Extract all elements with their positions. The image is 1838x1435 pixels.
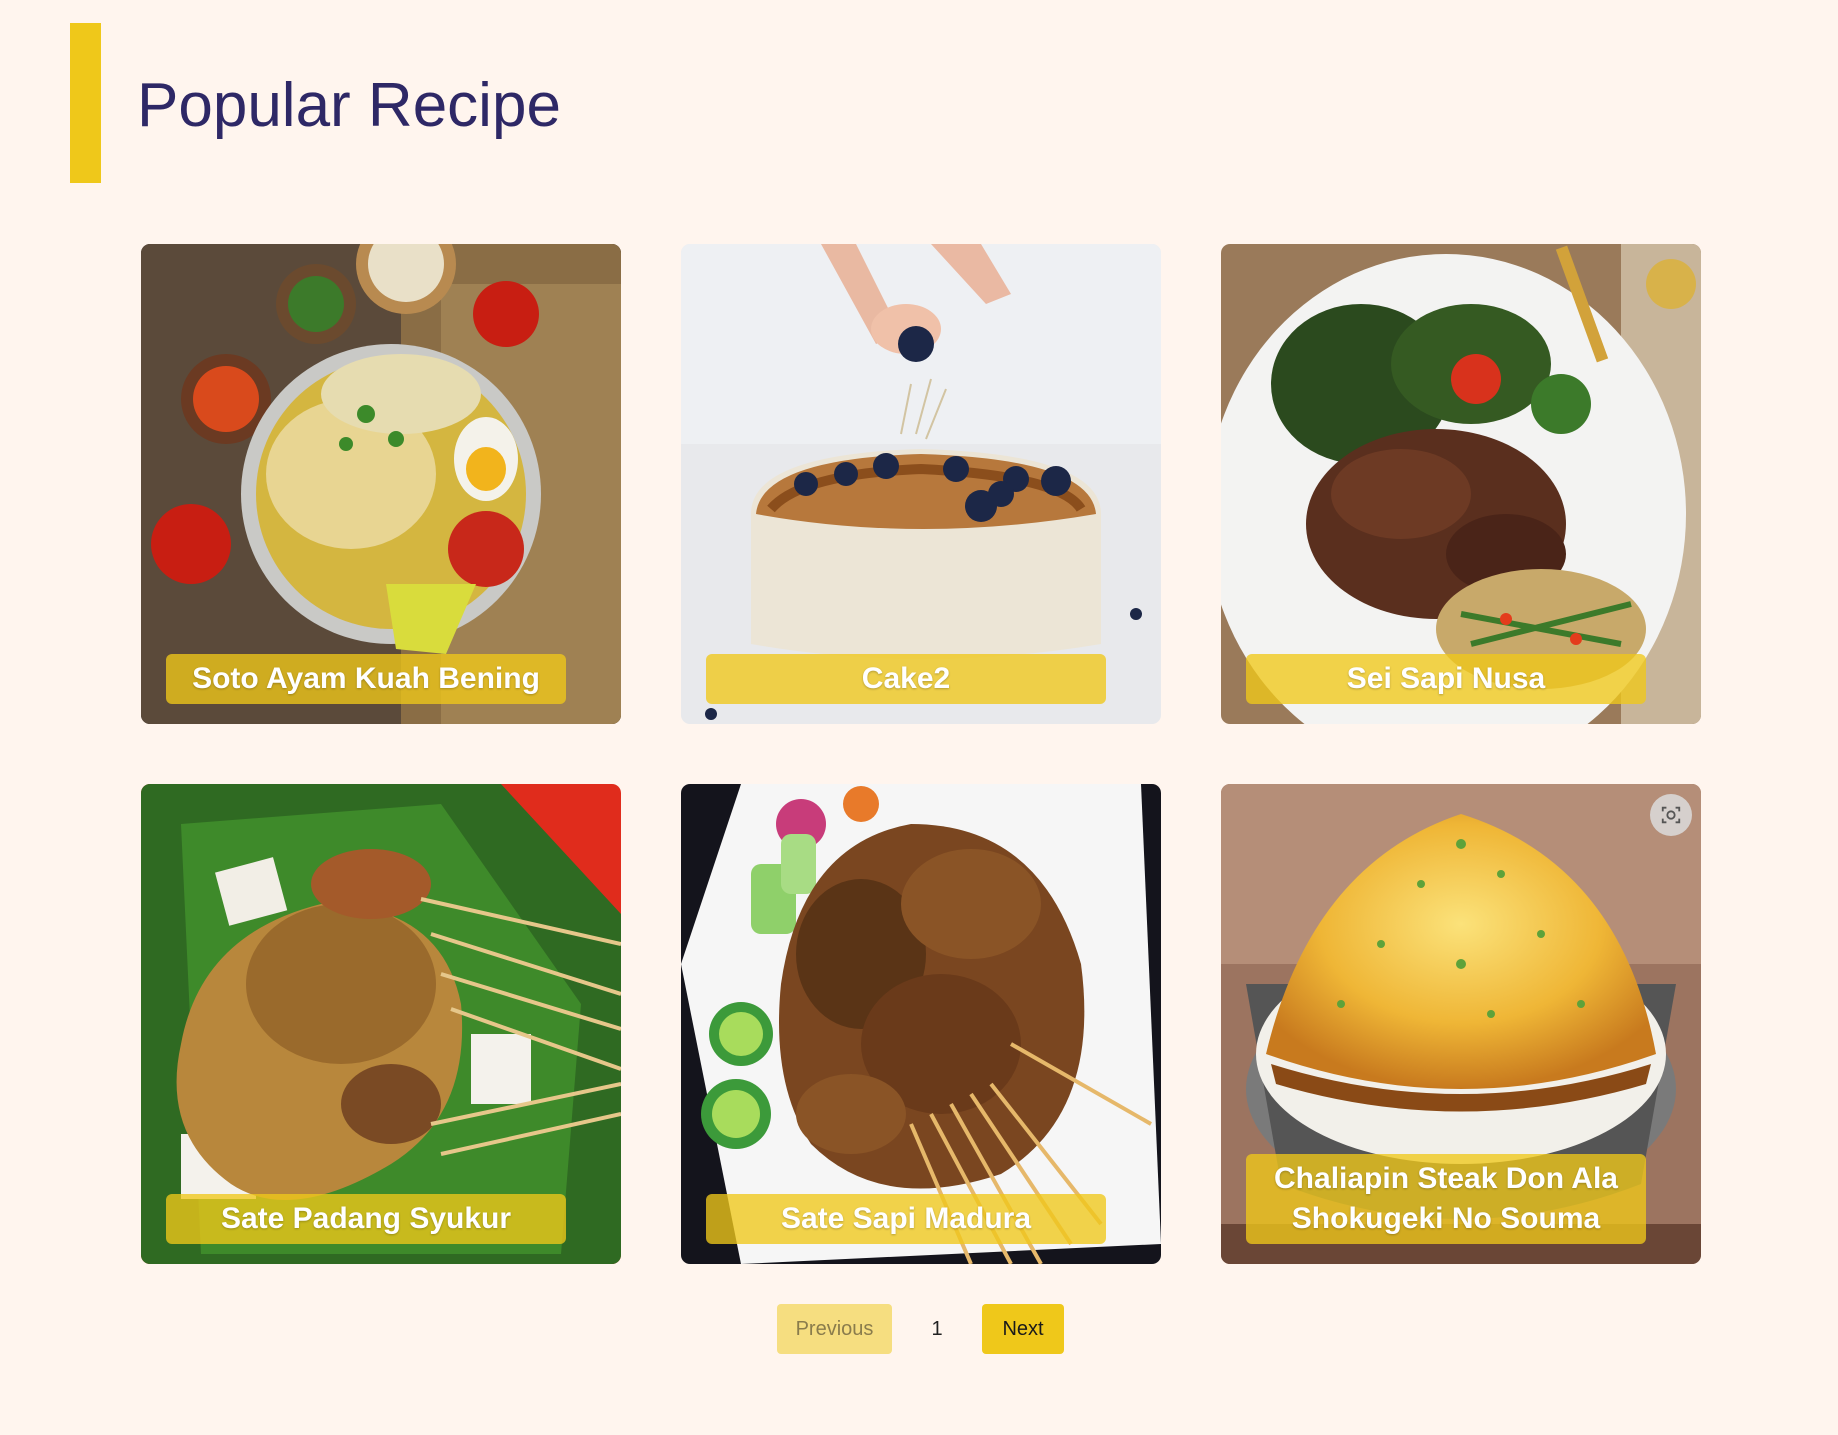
recipe-card[interactable]: Soto Ayam Kuah Bening xyxy=(141,244,621,724)
recipe-title: Soto Ayam Kuah Bening xyxy=(166,654,566,704)
recipe-title: Chaliapin Steak Don Ala Shokugeki No Sou… xyxy=(1246,1154,1646,1244)
visual-search-button[interactable] xyxy=(1650,794,1692,836)
recipe-card[interactable]: Cake2 xyxy=(681,244,1161,724)
recipe-image xyxy=(681,784,1161,1264)
recipe-image xyxy=(141,244,621,724)
recipe-title: Sate Padang Syukur xyxy=(166,1194,566,1244)
recipe-card[interactable]: Sate Padang Syukur xyxy=(141,784,621,1264)
recipe-card[interactable]: Sei Sapi Nusa xyxy=(1221,244,1701,724)
title-accent-bar xyxy=(70,23,101,183)
recipe-card[interactable]: Chaliapin Steak Don Ala Shokugeki No Sou… xyxy=(1221,784,1701,1264)
page: Popular Recipe Soto Ayam Kuah Bening Cak… xyxy=(0,0,1838,1435)
previous-page-button[interactable]: Previous xyxy=(777,1304,892,1354)
pagination: Previous 1 Next xyxy=(777,1304,1064,1354)
recipe-image xyxy=(1221,244,1701,724)
recipe-grid: Soto Ayam Kuah Bening Cake2 Sei Sapi Nus… xyxy=(141,244,1701,1264)
recipe-title: Sei Sapi Nusa xyxy=(1246,654,1646,704)
page-title: Popular Recipe xyxy=(137,71,561,140)
recipe-image xyxy=(681,244,1161,724)
recipe-title: Sate Sapi Madura xyxy=(706,1194,1106,1244)
next-page-button[interactable]: Next xyxy=(982,1304,1064,1354)
recipe-title: Cake2 xyxy=(706,654,1106,704)
recipe-card[interactable]: Sate Sapi Madura xyxy=(681,784,1161,1264)
recipe-image xyxy=(141,784,621,1264)
scan-icon xyxy=(1661,806,1681,824)
current-page-number: 1 xyxy=(931,1317,943,1340)
